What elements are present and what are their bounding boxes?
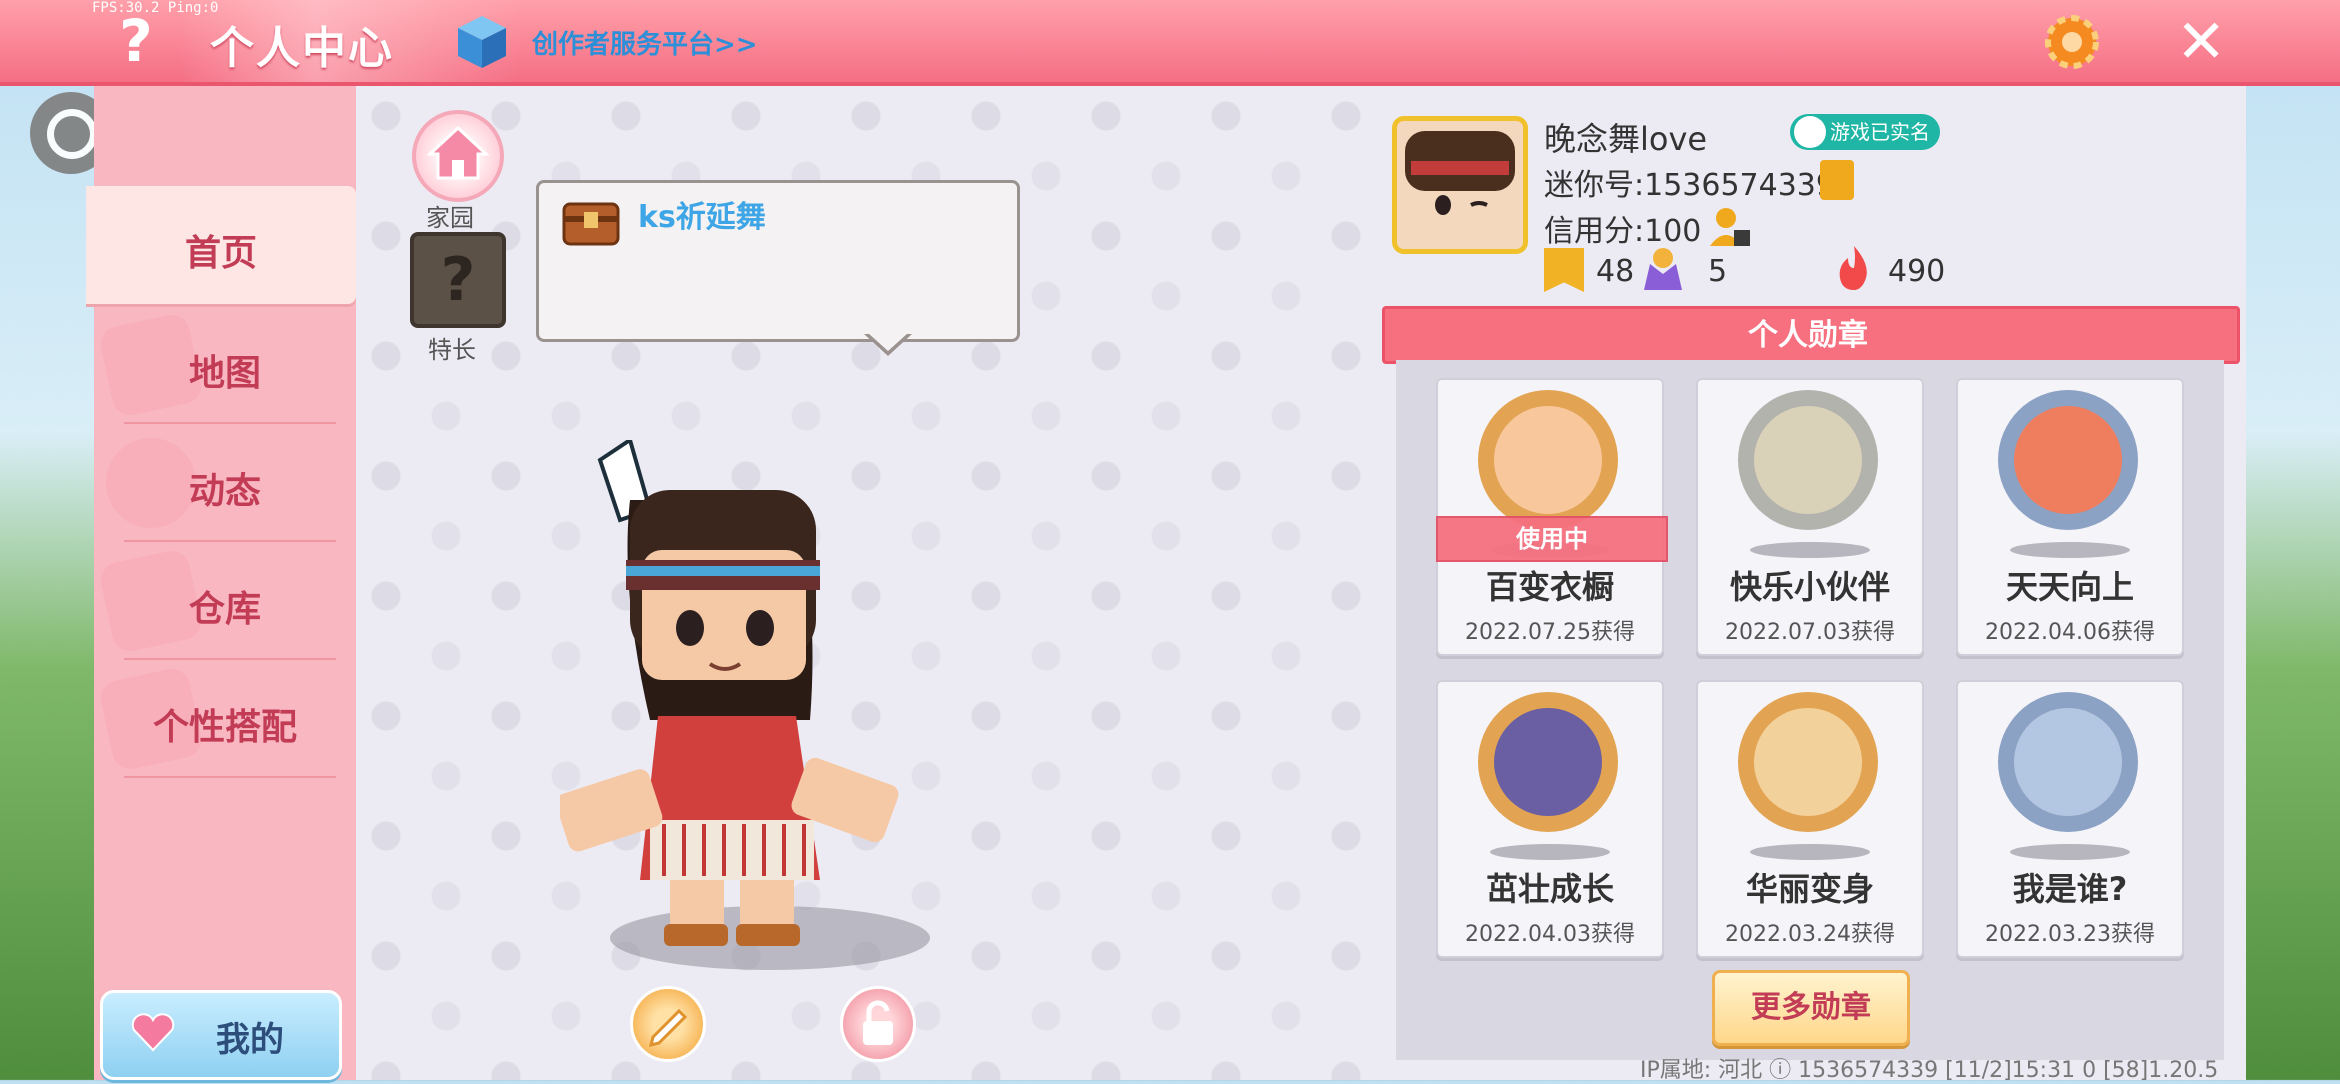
specialty-label: 特长: [428, 336, 476, 364]
medal-name: 我是谁?: [2012, 870, 2128, 908]
footer-info: IP属地: 河北 ⓘ 1536574339 [11/2]15:31 0 [58]…: [1640, 1058, 2219, 1083]
sidebar-item-home[interactable]: 首页: [86, 186, 356, 304]
home-icon[interactable]: [412, 110, 504, 202]
sidebar-item-outfit[interactable]: 个性搭配: [94, 660, 356, 778]
medal-date: 2022.07.25获得: [1465, 620, 1635, 645]
medal-name: 华丽变身: [1745, 870, 1874, 908]
medal-letter-icon: [1998, 692, 2138, 832]
medal-calendar-icon: [1998, 390, 2138, 530]
character-avatar[interactable]: [560, 440, 960, 980]
lock-button[interactable]: [840, 986, 916, 1062]
medal-friends-icon: [1738, 390, 1878, 530]
help-icon[interactable]: ?: [108, 8, 164, 74]
bookmark-count: 48: [1596, 254, 1635, 289]
medal-shadow: [1490, 844, 1610, 860]
medal-name: 茁壮成长: [1485, 870, 1614, 908]
gear-icon[interactable]: [2040, 10, 2104, 74]
heart-icon: [131, 1013, 175, 1052]
fans-icon: [1644, 248, 1682, 290]
sidebar-item-label: 动态: [188, 471, 261, 512]
flame-icon: [1839, 246, 1867, 290]
medal-name: 百变衣橱: [1485, 568, 1614, 606]
more-medals-button[interactable]: 更多勋章: [1712, 970, 1910, 1046]
bubble-text: ks祈延舞: [638, 200, 766, 235]
sidebar: 首页 地图 动态 仓库 个性搭配: [86, 86, 356, 1080]
divider: [124, 776, 336, 778]
medal-shadow: [1750, 542, 1870, 558]
sidebar-item-label: 首页: [184, 233, 257, 274]
medal-wardrobe-icon: [1478, 390, 1618, 530]
medal-date: 2022.04.03获得: [1465, 922, 1635, 947]
medal-name: 快乐小伙伴: [1729, 568, 1890, 606]
in-use-badge: 使用中: [1436, 516, 1668, 562]
page-title: 个人中心: [210, 23, 394, 74]
medal-shadow: [2010, 844, 2130, 860]
cube-icon[interactable]: [456, 14, 508, 70]
medal-growth-icon: [1478, 692, 1618, 832]
creator-platform-link[interactable]: 创作者服务平台>>: [532, 24, 758, 61]
fans-count: 5: [1708, 254, 1728, 289]
chest-icon: [562, 202, 620, 246]
medal-card[interactable]: 我是谁? 2022.03.23获得: [1956, 680, 2184, 958]
sidebar-item-label: 个性搭配: [152, 707, 297, 748]
heat-count: 490: [1888, 254, 1946, 289]
nickname: 晚念舞love: [1544, 120, 1708, 158]
sidebar-item-map[interactable]: 地图: [94, 306, 356, 424]
speech-bubble-tail-fill: [868, 333, 908, 351]
medal-card[interactable]: 使用中 百变衣橱 2022.07.25获得: [1436, 378, 1668, 656]
home-label: 家园: [426, 204, 474, 232]
avatar[interactable]: [1392, 116, 1528, 254]
unlock-icon: [863, 1000, 893, 1045]
pencil-icon: [648, 1008, 688, 1048]
medal-transform-icon: [1738, 692, 1878, 832]
medal-name: 天天向上: [2005, 568, 2134, 606]
person-card-icon[interactable]: [1708, 206, 1752, 248]
medal-card[interactable]: 华丽变身 2022.03.24获得: [1696, 680, 1924, 958]
medal-date: 2022.04.06获得: [1985, 620, 2155, 645]
sidebar-item-warehouse[interactable]: 仓库: [94, 542, 356, 660]
mini-id: 迷你号:1536574339: [1544, 168, 1835, 203]
sidebar-item-label: 仓库: [188, 589, 261, 630]
medal-shadow: [2010, 542, 2130, 558]
sidebar-item-label: 地图: [188, 353, 261, 394]
medal-shadow: [1750, 844, 1870, 860]
medal-section-title: 个人勋章: [1748, 318, 1868, 353]
medal-card[interactable]: 天天向上 2022.04.06获得: [1956, 378, 2184, 656]
medal-date: 2022.03.23获得: [1985, 922, 2155, 947]
medal-card[interactable]: 茁壮成长 2022.04.03获得: [1436, 680, 1664, 958]
my-button-label: 我的: [216, 1020, 284, 1060]
medal-card[interactable]: 快乐小伙伴 2022.07.03获得: [1696, 378, 1924, 656]
close-icon[interactable]: ✕: [2176, 12, 2226, 72]
specialty-icon[interactable]: ?: [410, 232, 506, 328]
edit-button[interactable]: [630, 986, 706, 1062]
sidebar-item-feed[interactable]: 动态: [94, 424, 356, 542]
medal-date: 2022.03.24获得: [1725, 922, 1895, 947]
medal-date: 2022.07.03获得: [1725, 620, 1895, 645]
copy-icon[interactable]: [1820, 160, 1854, 200]
user-verified-icon: [1794, 116, 1826, 148]
